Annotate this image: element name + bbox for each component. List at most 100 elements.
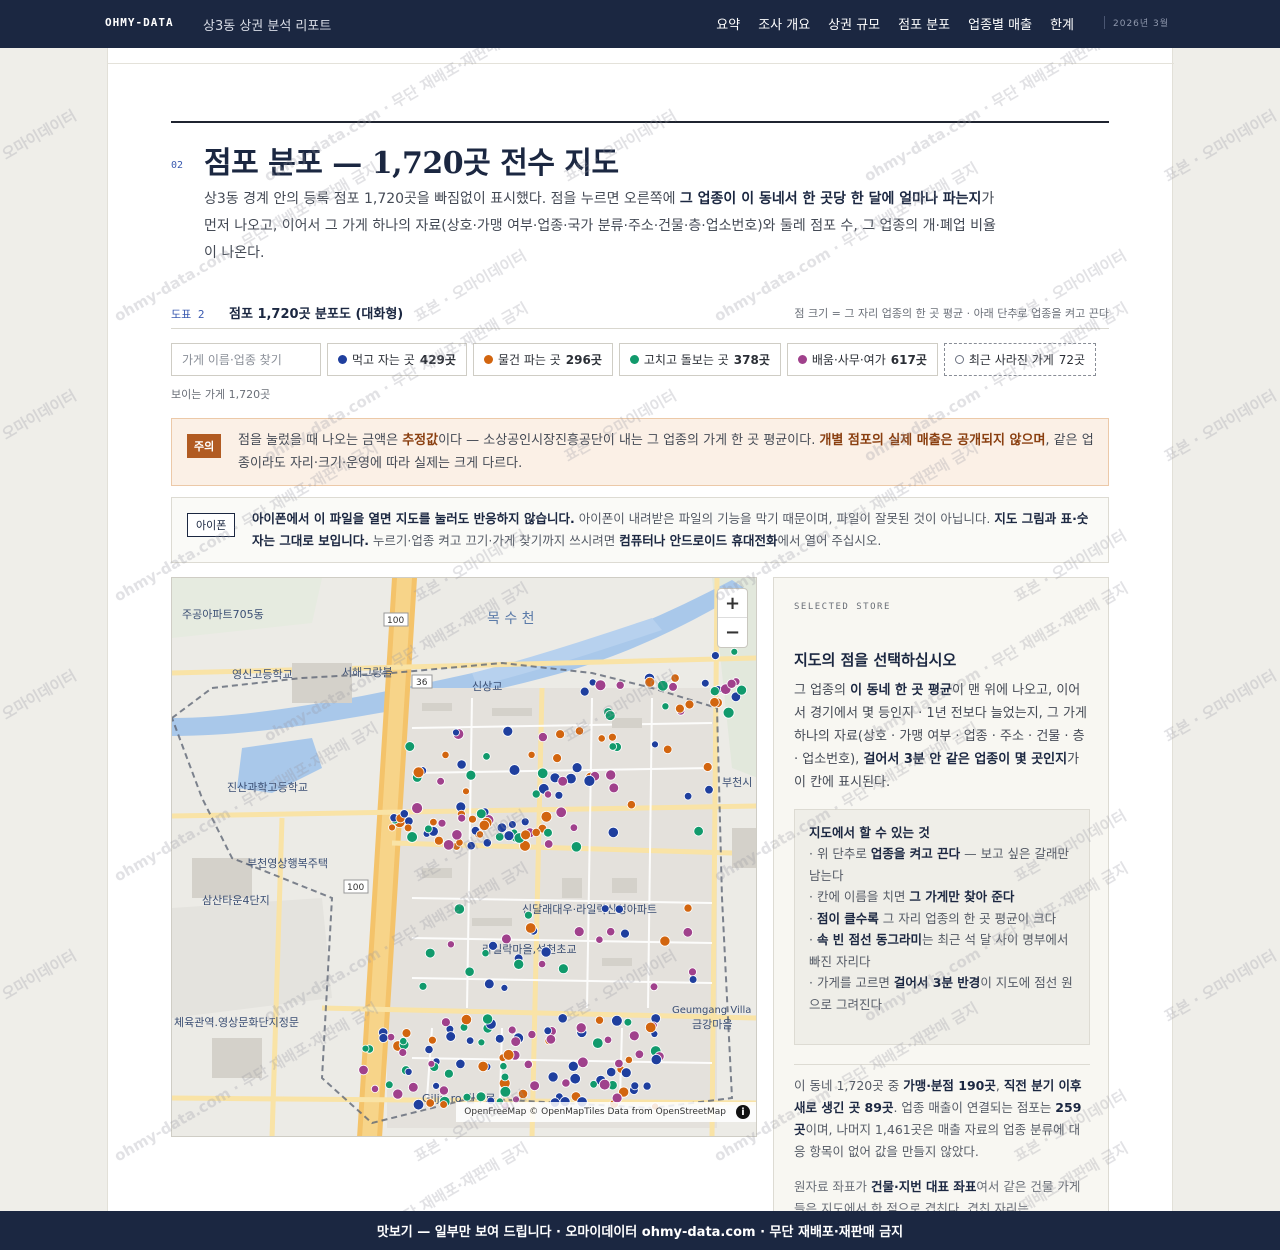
store-dot[interactable]	[540, 946, 552, 958]
store-dot[interactable]	[589, 1080, 598, 1089]
store-dot[interactable]	[570, 841, 582, 853]
store-dot[interactable]	[451, 829, 463, 841]
store-dot[interactable]	[466, 841, 476, 851]
store-dot[interactable]	[499, 1085, 512, 1098]
store-dot[interactable]	[412, 1099, 425, 1111]
store-dot[interactable]	[477, 1060, 489, 1072]
store-dot[interactable]	[429, 817, 438, 827]
store-dot[interactable]	[552, 753, 563, 764]
store-dot[interactable]	[404, 741, 416, 752]
store-dot[interactable]	[510, 1036, 522, 1047]
store-dot[interactable]	[577, 1056, 589, 1069]
store-dot[interactable]	[520, 817, 530, 827]
store-dot[interactable]	[494, 1033, 505, 1044]
store-dot[interactable]	[704, 784, 714, 795]
store-dot[interactable]	[683, 903, 693, 913]
store-dot[interactable]	[527, 1029, 537, 1039]
store-dot[interactable]	[540, 810, 553, 823]
store-dot[interactable]	[482, 752, 491, 761]
store-dot[interactable]	[513, 958, 525, 970]
filter-chip-food[interactable]: 먹고 자는 곳 429곳	[327, 343, 467, 376]
store-dot[interactable]	[583, 774, 596, 787]
store-dot[interactable]	[483, 978, 495, 990]
store-dot[interactable]	[508, 820, 517, 829]
store-dot[interactable]	[427, 1035, 437, 1045]
store-dot[interactable]	[503, 830, 515, 842]
nav-summary[interactable]: 요약	[716, 14, 740, 33]
zoom-out-button[interactable]: −	[718, 618, 747, 647]
store-dot[interactable]	[507, 1025, 517, 1035]
nav-store-distribution[interactable]: 점포 분포	[898, 14, 950, 33]
store-dot[interactable]	[545, 1034, 557, 1045]
store-dot[interactable]	[595, 935, 604, 944]
store-dot[interactable]	[571, 762, 583, 774]
store-dot[interactable]	[378, 1033, 389, 1043]
store-dot[interactable]	[427, 1059, 436, 1068]
info-icon[interactable]: i	[736, 1105, 750, 1119]
store-dot[interactable]	[398, 1048, 408, 1057]
store-dot[interactable]	[547, 1071, 559, 1083]
store-dot[interactable]	[682, 927, 694, 938]
store-dot[interactable]	[592, 1037, 604, 1049]
store-dot[interactable]	[401, 1028, 412, 1039]
store-dot[interactable]	[543, 790, 553, 799]
store-dot[interactable]	[709, 686, 720, 697]
store-dot[interactable]	[597, 734, 606, 743]
store-dot[interactable]	[656, 679, 669, 692]
store-dot[interactable]	[557, 963, 569, 975]
store-dot[interactable]	[437, 818, 447, 828]
store-dot[interactable]	[433, 835, 444, 846]
store-dot[interactable]	[642, 1081, 652, 1091]
store-dot[interactable]	[615, 680, 625, 690]
store-dot[interactable]	[702, 762, 713, 772]
store-dot[interactable]	[525, 922, 537, 934]
store-dot[interactable]	[544, 839, 554, 849]
store-dot[interactable]	[478, 819, 490, 831]
store-dot[interactable]	[475, 830, 485, 839]
store-dot[interactable]	[436, 777, 445, 786]
store-dot[interactable]	[408, 1081, 419, 1093]
store-dot[interactable]	[594, 679, 607, 691]
store-dot[interactable]	[443, 839, 455, 851]
store-dot[interactable]	[424, 824, 433, 834]
store-dot[interactable]	[730, 647, 739, 656]
nav-market-size[interactable]: 상권 규모	[828, 14, 880, 33]
store-dot[interactable]	[605, 769, 617, 781]
store-dot[interactable]	[475, 1091, 487, 1102]
store-dot[interactable]	[634, 1049, 645, 1060]
store-dot[interactable]	[579, 686, 590, 697]
store-dot[interactable]	[608, 782, 620, 794]
store-dot[interactable]	[624, 1055, 633, 1064]
store-dot[interactable]	[499, 1062, 508, 1071]
filter-chip-care[interactable]: 고치고 돌보는 곳 378곳	[618, 343, 781, 376]
store-dot[interactable]	[683, 791, 693, 801]
store-dot[interactable]	[537, 959, 547, 969]
store-dot[interactable]	[388, 823, 396, 832]
store-dot[interactable]	[561, 1078, 571, 1088]
store-dot[interactable]	[688, 967, 697, 977]
store-dot[interactable]	[663, 744, 673, 755]
store-dot[interactable]	[501, 933, 512, 945]
store-dot[interactable]	[537, 767, 549, 780]
attribution-text[interactable]: OpenFreeMap © OpenMapTiles Data from Ope…	[464, 1107, 726, 1117]
store-dot[interactable]	[412, 766, 425, 779]
brand-logo[interactable]: OHMY-DATA	[105, 16, 174, 29]
store-dot[interactable]	[392, 1088, 404, 1100]
store-dot[interactable]	[523, 1059, 533, 1069]
store-dot[interactable]	[650, 1053, 662, 1066]
store-dot[interactable]	[443, 1068, 454, 1079]
store-dot[interactable]	[488, 940, 498, 951]
store-dot[interactable]	[406, 831, 418, 843]
nav-limits[interactable]: 한계	[1050, 14, 1074, 33]
store-dot[interactable]	[453, 903, 465, 915]
store-dot[interactable]	[418, 981, 428, 991]
store-dot[interactable]	[425, 1098, 435, 1108]
store-dot[interactable]	[543, 1026, 553, 1036]
store-dot[interactable]	[614, 904, 624, 914]
store-dot[interactable]	[441, 750, 450, 759]
store-dot[interactable]	[438, 1085, 449, 1096]
store-dot[interactable]	[460, 1013, 472, 1026]
store-dot[interactable]	[500, 1072, 510, 1082]
store-dot[interactable]	[529, 1080, 540, 1092]
store-dot[interactable]	[432, 1081, 441, 1090]
